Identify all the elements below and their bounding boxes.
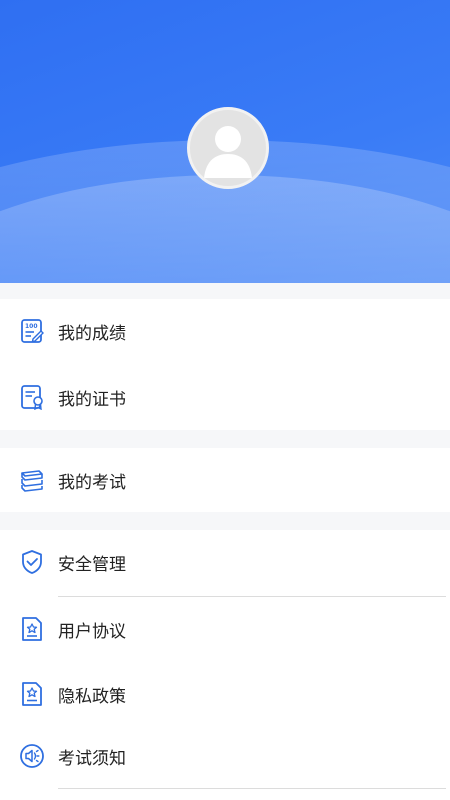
profile-header	[0, 0, 450, 283]
divider	[58, 788, 446, 789]
avatar[interactable]	[187, 107, 269, 189]
section-gap	[0, 283, 450, 299]
menu-item-certificates[interactable]: 我的证书	[0, 364, 450, 430]
menu-item-label: 隐私政策	[58, 686, 126, 707]
score-report-icon: 100	[18, 317, 46, 345]
menu-item-user-agreement[interactable]: 用户协议	[0, 597, 450, 661]
privacy-doc-icon	[18, 680, 46, 708]
agreement-doc-icon	[18, 615, 46, 643]
menu-item-label: 考试须知	[58, 748, 126, 769]
menu-item-exam-notice[interactable]: 考试须知	[0, 727, 450, 785]
menu-item-label: 我的考试	[58, 472, 126, 493]
section-gap	[0, 512, 450, 530]
menu-item-privacy-policy[interactable]: 隐私政策	[0, 661, 450, 727]
default-user-avatar-icon	[204, 126, 252, 178]
menu-item-security[interactable]: 安全管理	[0, 530, 450, 594]
exam-stack-icon	[18, 466, 46, 494]
menu-item-scores[interactable]: 100 我的成绩	[0, 299, 450, 363]
certificate-icon	[18, 383, 46, 411]
menu-item-label: 用户协议	[58, 621, 126, 642]
shield-check-icon	[18, 548, 46, 576]
header-arc-decoration-inner	[0, 175, 450, 283]
speaker-notice-icon	[18, 742, 46, 770]
menu-item-label: 我的成绩	[58, 323, 126, 344]
menu-item-exams[interactable]: 我的考试	[0, 448, 450, 512]
menu-item-label: 我的证书	[58, 389, 126, 410]
section-gap	[0, 430, 450, 448]
svg-text:100: 100	[25, 323, 38, 330]
menu-item-label: 安全管理	[58, 554, 126, 575]
